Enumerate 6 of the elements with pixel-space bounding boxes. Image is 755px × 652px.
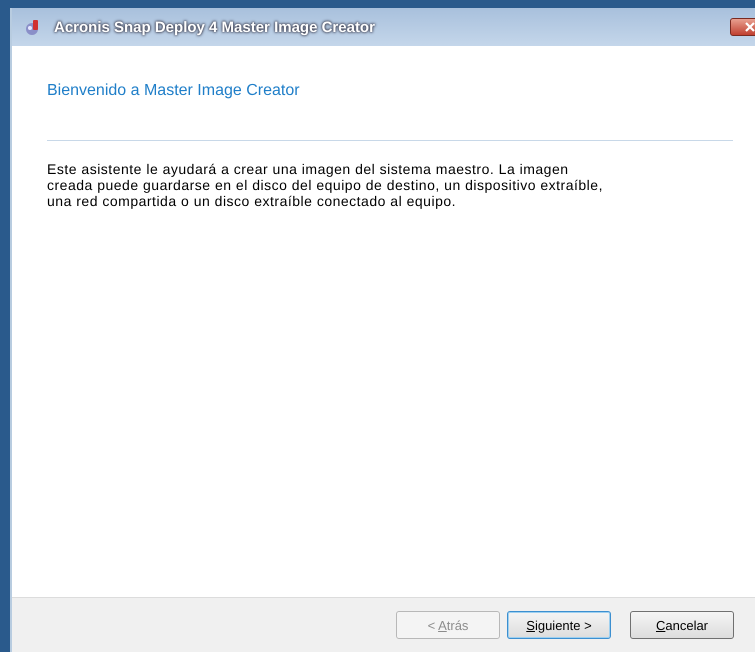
wizard-button[interactable]: Cancelar [630, 611, 734, 639]
page-heading: Bienvenido a Master Image Creator [47, 82, 301, 100]
description-text: Este asistente le ayudará a crear una imagen del sistema maestro. La imagen creada puede guardarse en el disco del equipo de destino, un dispositivo extraíble, una red compartida o un disco extraíble conectado al equipo. [47, 161, 604, 209]
wizard-button[interactable]: Siguiente > [507, 611, 611, 639]
close-icon [744, 22, 755, 32]
window-title: Acronis Snap Deploy 4 Master Image Creator [54, 18, 375, 36]
